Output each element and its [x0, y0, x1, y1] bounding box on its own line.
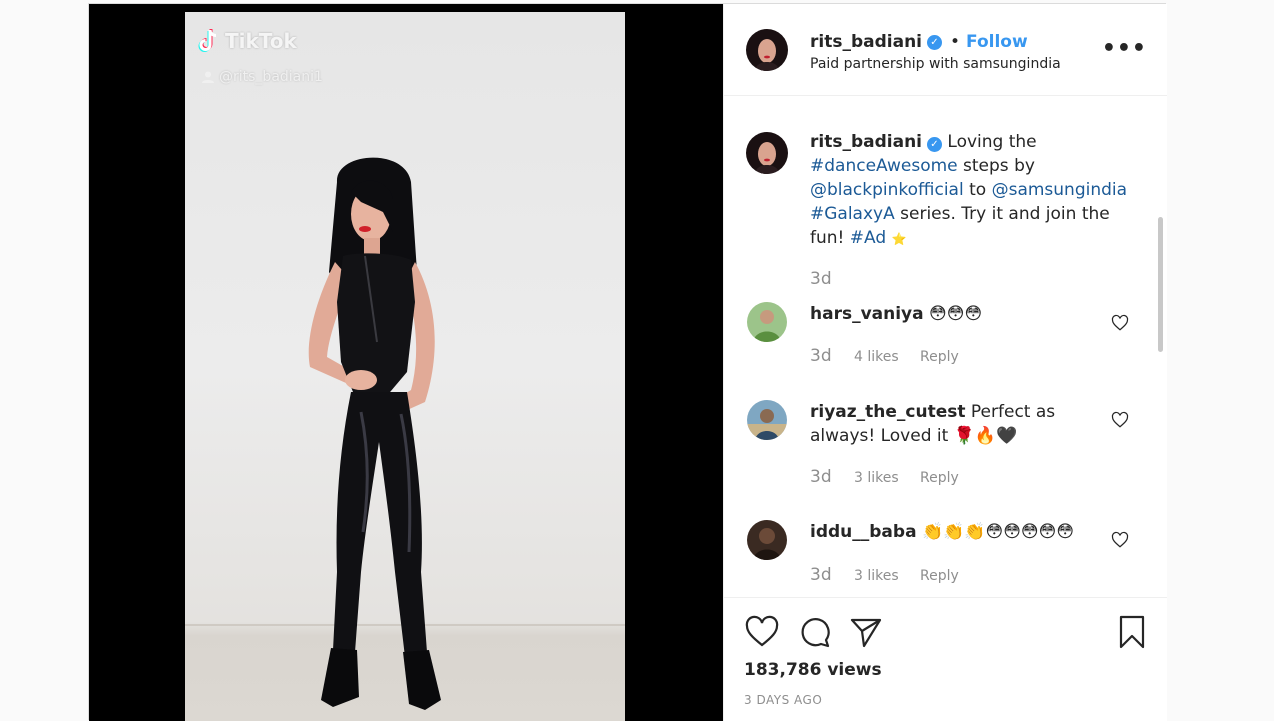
comments-scrollbar[interactable] [1158, 217, 1163, 352]
bookmark-icon[interactable] [1114, 614, 1150, 650]
post-sidebar: rits_badiani ✓ • Follow Paid partnership… [723, 4, 1167, 721]
comment-likes[interactable]: 4 likes [854, 349, 920, 365]
comment-likes[interactable]: 3 likes [854, 470, 920, 486]
reply-button[interactable]: Reply [920, 349, 959, 365]
tiktok-handle: @rits_badiani1 [201, 69, 323, 85]
tiktok-label: TikTok [225, 29, 297, 53]
caption-username[interactable]: rits_badiani [810, 132, 922, 152]
post-caption: rits_badiani ✓ Loving the #danceAwesome s… [810, 130, 1130, 251]
tiktok-watermark: TikTok [197, 28, 297, 54]
follow-button[interactable]: Follow [966, 32, 1028, 52]
comment-text: 👏👏👏😳😳😳😳😳 [921, 522, 1075, 542]
comment-meta: 3d 3 likes Reply [810, 565, 959, 585]
dancer-figure [308, 157, 441, 710]
paid-partnership-label[interactable]: Paid partnership with samsungindia [810, 56, 1061, 72]
comment-time[interactable]: 3d [810, 346, 854, 366]
comment-likes[interactable]: 3 likes [854, 568, 920, 584]
caption-time[interactable]: 3d [810, 269, 832, 289]
comment-username[interactable]: riyaz_the_cutest [810, 402, 966, 422]
post-timestamp[interactable]: 3 DAYS AGO [744, 693, 822, 707]
commenter-avatar[interactable] [747, 520, 787, 560]
caption-avatar[interactable] [746, 132, 788, 174]
reply-button[interactable]: Reply [920, 568, 959, 584]
heart-icon[interactable] [1111, 411, 1129, 429]
caption-text: to [969, 180, 987, 200]
caption-text: steps by [963, 156, 1035, 176]
media-panel[interactable]: TikTok @rits_badiani1 [89, 4, 723, 721]
author-username[interactable]: rits_badiani [810, 32, 922, 52]
heart-icon[interactable] [744, 614, 780, 650]
more-options-icon[interactable]: ••• [1102, 36, 1147, 61]
mention-link[interactable]: @samsungindia [992, 180, 1127, 200]
author-handle-row: rits_badiani ✓ • Follow [810, 32, 1028, 52]
post-footer: 183,786 views 3 DAYS AGO [724, 597, 1167, 721]
tiktok-handle-text: @rits_badiani1 [219, 69, 323, 85]
comment-text: 😳😳😳 [929, 304, 983, 324]
comment-body: iddu__baba 👏👏👏😳😳😳😳😳 [810, 520, 1110, 544]
reply-button[interactable]: Reply [920, 470, 959, 486]
instagram-post: TikTok @rits_badiani1 rits_badiani ✓ • F… [88, 3, 1167, 721]
hashtag-link[interactable]: #GalaxyA [810, 204, 895, 224]
user-icon [202, 71, 214, 83]
comment-time[interactable]: 3d [810, 565, 854, 585]
hashtag-link[interactable]: #danceAwesome [810, 156, 958, 176]
comments-list[interactable]: rits_badiani ✓ Loving the #danceAwesome s… [724, 97, 1167, 597]
comment-username[interactable]: iddu__baba [810, 522, 917, 542]
comment-username[interactable]: hars_vaniya [810, 304, 924, 324]
heart-icon[interactable] [1111, 531, 1129, 549]
caption-text: Loving the [947, 132, 1037, 152]
post-header: rits_badiani ✓ • Follow Paid partnership… [724, 4, 1167, 96]
comment-time[interactable]: 3d [810, 467, 854, 487]
separator-dot: • [950, 32, 961, 52]
commenter-avatar[interactable] [747, 302, 787, 342]
comment-body: riyaz_the_cutest Perfect as always! Love… [810, 400, 1110, 448]
star-emoji: ⭐ [891, 232, 907, 246]
commenter-avatar[interactable] [747, 400, 787, 440]
page: TikTok @rits_badiani1 rits_badiani ✓ • F… [0, 0, 1274, 721]
verified-badge-icon: ✓ [927, 137, 942, 152]
heart-icon[interactable] [1111, 314, 1129, 332]
comment-meta: 3d 4 likes Reply [810, 346, 959, 366]
mention-link[interactable]: @blackpinkofficial [810, 180, 964, 200]
share-icon[interactable] [848, 614, 884, 650]
comment-body: hars_vaniya 😳😳😳 [810, 302, 1110, 326]
author-avatar[interactable] [746, 29, 788, 71]
tiktok-logo-icon [198, 29, 217, 52]
video-player[interactable]: TikTok @rits_badiani1 [185, 12, 625, 721]
view-count[interactable]: 183,786 views [744, 660, 882, 680]
hashtag-link[interactable]: #Ad [850, 228, 886, 248]
comment-meta: 3d 3 likes Reply [810, 467, 959, 487]
comment-icon[interactable] [796, 614, 832, 650]
verified-badge-icon: ✓ [927, 34, 942, 50]
